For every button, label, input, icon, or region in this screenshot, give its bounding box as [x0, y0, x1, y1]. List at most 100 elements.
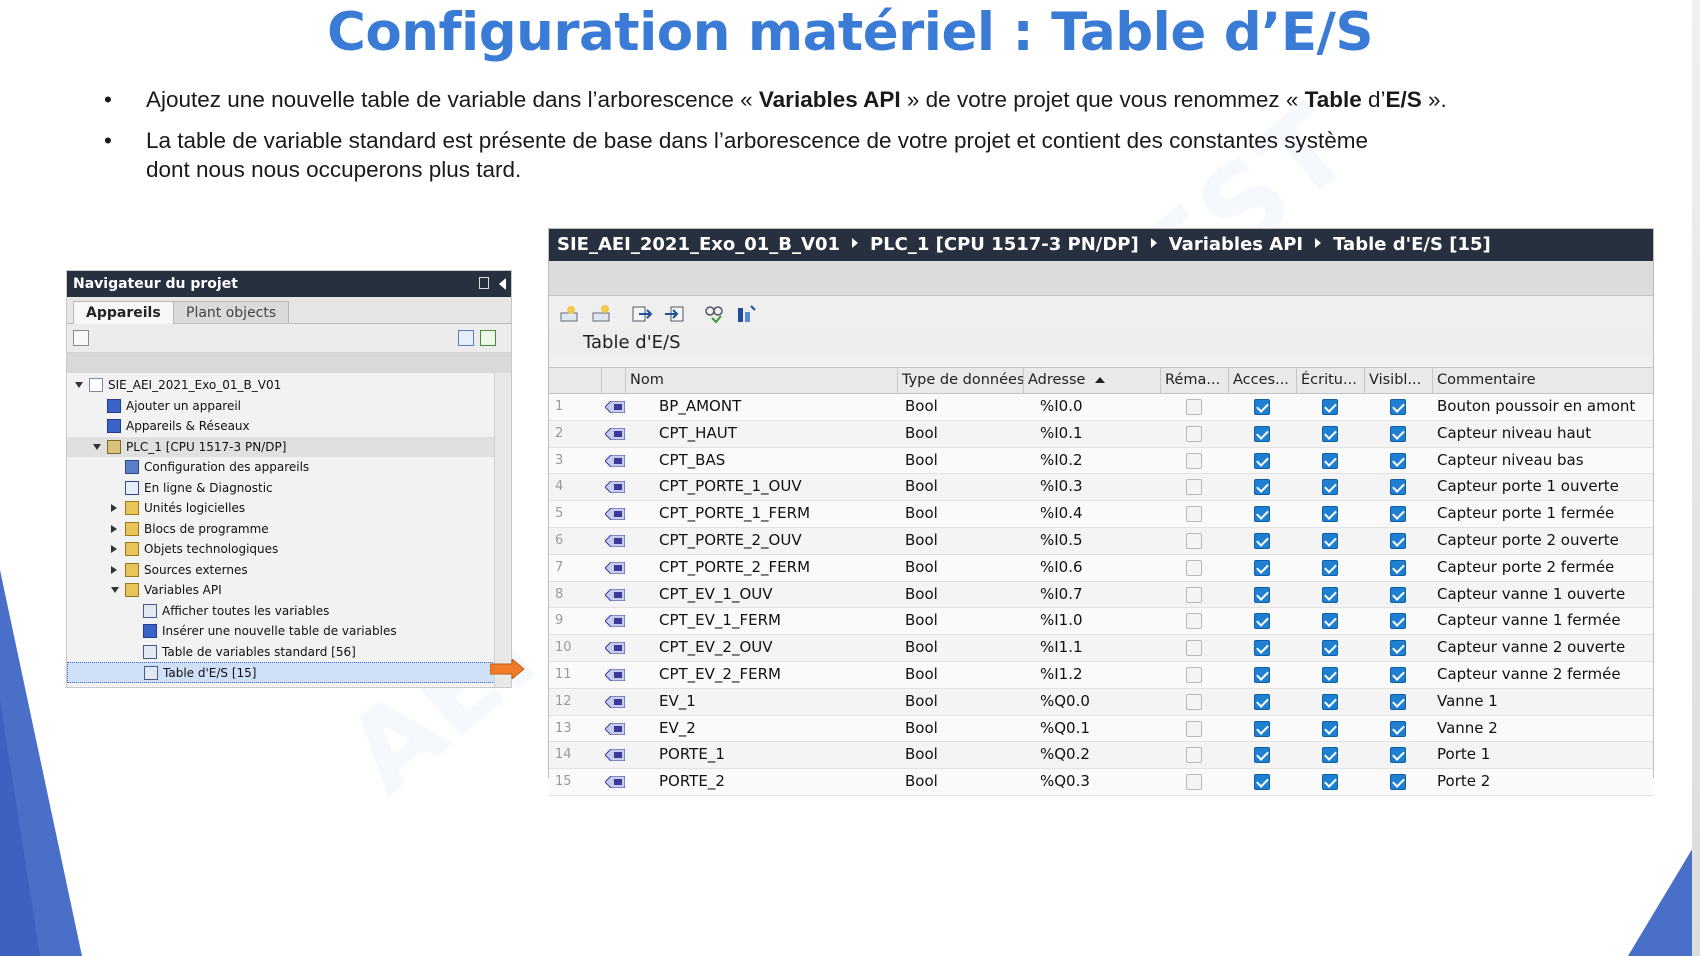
tag-address[interactable]: %Q0.2	[1040, 742, 1160, 768]
checkbox-visible[interactable]	[1390, 399, 1406, 415]
checkbox-visible[interactable]	[1390, 425, 1406, 442]
checkbox-visible[interactable]	[1390, 693, 1406, 710]
checkbox-remanence[interactable]	[1186, 506, 1202, 523]
collapse-left-icon[interactable]	[499, 278, 506, 290]
checkbox-ecriture[interactable]	[1322, 586, 1338, 603]
breadcrumb-item[interactable]: SIE_AEI_2021_Exo_01_B_V01	[557, 234, 840, 255]
expand-closed-icon[interactable]	[111, 565, 117, 574]
checkbox-remanence[interactable]	[1186, 720, 1202, 737]
table-row[interactable]: 1 BP_AMONT Bool %I0.0 Bouton poussoir en amo…	[549, 394, 1653, 421]
tag-address[interactable]: %I1.2	[1040, 662, 1160, 688]
tree-item[interactable]: SIE_AEI_2021_Exo_01_B_V01	[67, 375, 511, 396]
checkbox-visible[interactable]	[1390, 559, 1406, 576]
checkbox-remanence[interactable]	[1186, 774, 1202, 791]
checkbox-accessible[interactable]	[1254, 693, 1270, 710]
tag-comment[interactable]: Capteur niveau haut	[1437, 421, 1653, 447]
checkbox-accessible[interactable]	[1254, 613, 1270, 630]
insert-row-icon[interactable]	[591, 304, 613, 324]
checkbox-accessible[interactable]	[1254, 666, 1270, 683]
breadcrumb-item[interactable]: Variables API	[1169, 234, 1303, 255]
header-ecriture[interactable]: Écritu...	[1296, 368, 1364, 393]
tag-name[interactable]: CPT_EV_2_OUV	[659, 635, 897, 661]
checkbox-ecriture[interactable]	[1322, 747, 1338, 764]
tag-address[interactable]: %I1.0	[1040, 608, 1160, 634]
checkbox-accessible[interactable]	[1254, 720, 1270, 737]
table-row[interactable]: 3 CPT_BAS Bool %I0.2 Capteur niveau bas	[549, 447, 1653, 475]
tag-data-type[interactable]: Bool	[905, 555, 1023, 581]
tag-data-type[interactable]: Bool	[905, 769, 1023, 795]
tag-comment[interactable]: Capteur porte 2 fermée	[1437, 555, 1653, 581]
checkbox-visible[interactable]	[1390, 613, 1406, 630]
checkbox-accessible[interactable]	[1254, 479, 1270, 496]
tag-data-type[interactable]: Bool	[905, 662, 1023, 688]
tag-data-type[interactable]: Bool	[905, 528, 1023, 554]
checkbox-visible[interactable]	[1390, 720, 1406, 737]
table-row[interactable]: 13 EV_2 Bool %Q0.1 Vanne 2	[549, 715, 1653, 743]
checkbox-visible[interactable]	[1390, 747, 1406, 764]
table-row[interactable]: 2 CPT_HAUT Bool %I0.1 Capteur niveau haut	[549, 420, 1653, 448]
checkbox-remanence[interactable]	[1186, 425, 1202, 442]
tag-comment[interactable]: Vanne 2	[1437, 716, 1653, 742]
tree-item[interactable]: Variables API	[67, 580, 511, 601]
tree-item[interactable]: Table d'E/S [15]	[67, 662, 495, 683]
tree-item[interactable]: Unités logicielles	[67, 498, 511, 519]
tree-item[interactable]: Insérer une nouvelle table de variables	[67, 621, 511, 642]
checkbox-ecriture[interactable]	[1322, 479, 1338, 496]
breadcrumb-item[interactable]: PLC_1 [CPU 1517-3 PN/DP]	[870, 234, 1139, 255]
tag-address[interactable]: %Q0.3	[1040, 769, 1160, 795]
checkbox-visible[interactable]	[1390, 479, 1406, 496]
expand-closed-icon[interactable]	[111, 524, 117, 533]
tag-address[interactable]: %Q0.1	[1040, 716, 1160, 742]
header-type[interactable]: Type de données	[897, 368, 1023, 393]
checkbox-accessible[interactable]	[1254, 399, 1270, 415]
header-visible[interactable]: Visibl...	[1364, 368, 1432, 393]
checkbox-accessible[interactable]	[1254, 425, 1270, 442]
monitor-icon[interactable]	[703, 304, 725, 324]
table-row[interactable]: 12 EV_1 Bool %Q0.0 Vanne 1	[549, 688, 1653, 716]
tag-name[interactable]: CPT_EV_2_FERM	[659, 662, 897, 688]
tag-name[interactable]: PORTE_2	[659, 769, 897, 795]
tree-item[interactable]: Objets technologiques	[67, 539, 511, 560]
header-remanence[interactable]: Réma...	[1160, 368, 1228, 393]
checkbox-ecriture[interactable]	[1322, 720, 1338, 737]
tag-address[interactable]: %I0.7	[1040, 582, 1160, 608]
checkbox-remanence[interactable]	[1186, 452, 1202, 469]
export-icon[interactable]	[631, 304, 653, 324]
checkbox-visible[interactable]	[1390, 666, 1406, 683]
checkbox-ecriture[interactable]	[1322, 666, 1338, 683]
tag-data-type[interactable]: Bool	[905, 582, 1023, 608]
checkbox-accessible[interactable]	[1254, 506, 1270, 523]
breadcrumb-item[interactable]: Table d'E/S [15]	[1333, 234, 1491, 255]
checkbox-accessible[interactable]	[1254, 747, 1270, 764]
checkbox-ecriture[interactable]	[1322, 452, 1338, 469]
checkbox-visible[interactable]	[1390, 640, 1406, 657]
tag-name[interactable]: PORTE_1	[659, 742, 897, 768]
tag-name[interactable]: CPT_HAUT	[659, 421, 897, 447]
modify-value-icon[interactable]	[735, 304, 757, 324]
expand-closed-icon[interactable]	[111, 545, 117, 553]
header-accessible[interactable]: Acces...	[1228, 368, 1296, 393]
checkbox-ecriture[interactable]	[1322, 559, 1338, 576]
tag-comment[interactable]: Capteur vanne 1 fermée	[1437, 608, 1653, 634]
checkbox-ecriture[interactable]	[1322, 399, 1338, 415]
tag-data-type[interactable]: Bool	[905, 474, 1023, 500]
tree-item[interactable]: Blocs de programme	[67, 519, 511, 540]
expand-open-icon[interactable]	[111, 587, 119, 593]
tag-name[interactable]: CPT_PORTE_2_FERM	[659, 555, 897, 581]
table-row[interactable]: 11 CPT_EV_2_FERM Bool %I1.2 Capteur vanne 2 …	[549, 661, 1653, 689]
tag-data-type[interactable]: Bool	[905, 635, 1023, 661]
tag-data-type[interactable]: Bool	[905, 742, 1023, 768]
tab-plant-objects[interactable]: Plant objects	[173, 301, 290, 323]
tag-address[interactable]: %I1.1	[1040, 635, 1160, 661]
tag-address[interactable]: %Q0.0	[1040, 689, 1160, 715]
tag-name[interactable]: CPT_EV_1_OUV	[659, 582, 897, 608]
checkbox-remanence[interactable]	[1186, 666, 1202, 683]
navigator-scrollbar[interactable]	[494, 373, 511, 687]
checkbox-ecriture[interactable]	[1322, 506, 1338, 523]
tag-address[interactable]: %I0.4	[1040, 501, 1160, 527]
checkbox-visible[interactable]	[1390, 532, 1406, 549]
tree-item[interactable]: Afficher toutes les variables	[67, 601, 511, 622]
tag-name[interactable]: CPT_BAS	[659, 448, 897, 474]
checkbox-ecriture[interactable]	[1322, 693, 1338, 710]
tag-comment[interactable]: Capteur vanne 1 ouverte	[1437, 582, 1653, 608]
